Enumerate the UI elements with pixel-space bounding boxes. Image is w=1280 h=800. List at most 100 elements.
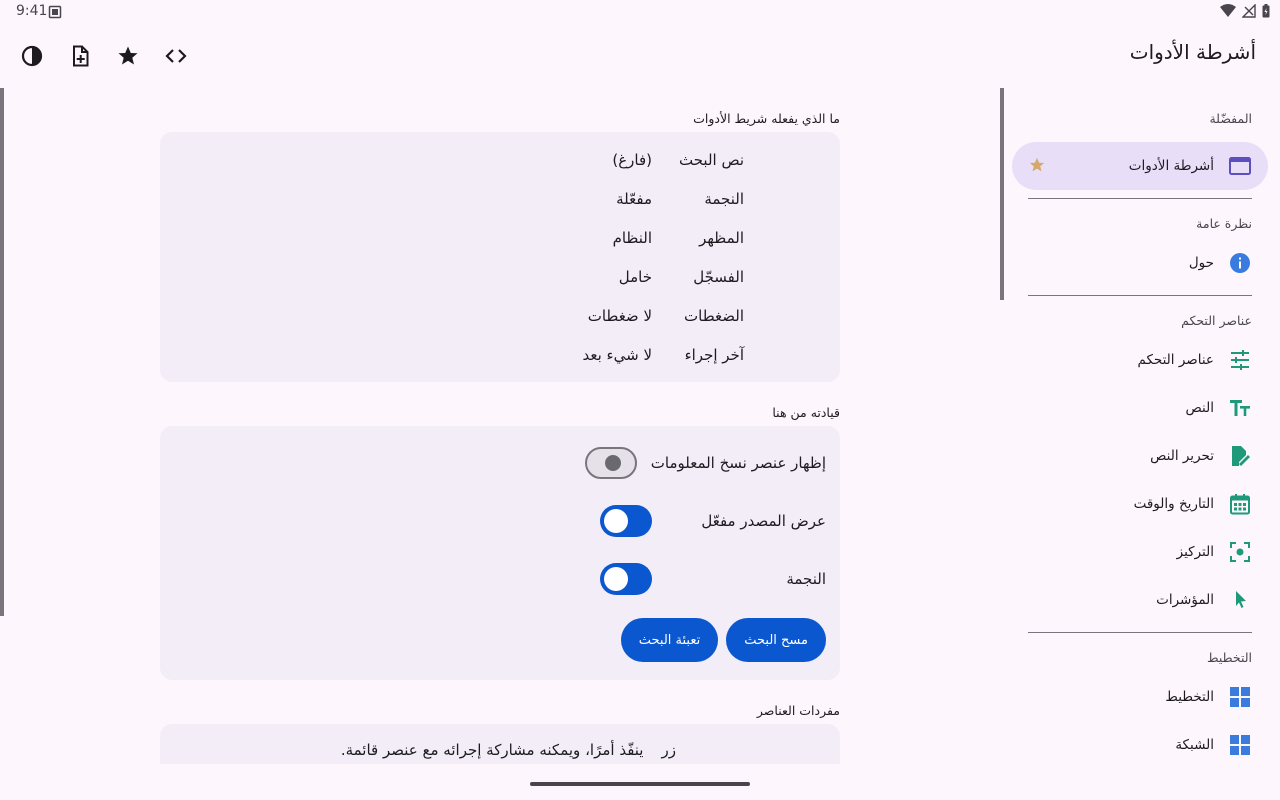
note-add-icon	[73, 45, 89, 67]
clear-search-button[interactable]: مسح البحث	[726, 618, 826, 662]
section-drive-label: قيادته من هنا	[772, 404, 840, 420]
nav-item-label: التخطيط	[1165, 689, 1214, 705]
toggle-row-show-source: عرض المصدر مفعّل	[160, 492, 840, 550]
status-bar: 9:41	[0, 0, 1280, 24]
controls-card: إظهار عنصر نسخ المعلومات عرض المصدر مفعّ…	[160, 426, 840, 680]
info-key: آخر إجراء	[684, 345, 744, 364]
info-key: نص البحث	[679, 150, 744, 169]
screenshot-icon	[48, 5, 62, 19]
gesture-handle[interactable]	[530, 782, 750, 786]
info-card: نص البحث (فارغ) النجمة مفعّلة المظهر الن…	[160, 132, 840, 382]
switch-knob	[604, 509, 628, 533]
tune-icon	[1228, 348, 1252, 372]
nav-section-controls: عناصر التحكم	[1181, 312, 1252, 328]
nav-section-overview: نظرة عامة	[1196, 215, 1252, 231]
battery-icon	[1262, 4, 1270, 18]
center-focus-icon	[1228, 540, 1252, 564]
nav-scrollbar[interactable]	[1000, 88, 1004, 300]
dashboard-icon	[1228, 685, 1252, 709]
glossary-value: ينفّذ أمرًا، ويمكنه مشاركة إجرائه مع عنص…	[340, 741, 644, 759]
nav-item-label: النص	[1185, 400, 1214, 416]
info-value: النظام	[612, 228, 652, 247]
nav-divider	[1028, 198, 1252, 199]
nav-item-controls[interactable]: عناصر التحكم	[1012, 336, 1268, 384]
nav-item-text-edit[interactable]: تحرير النص	[1012, 432, 1268, 480]
info-value: مفعّلة	[616, 189, 652, 208]
nav-item-label: التاريخ والوقت	[1133, 496, 1214, 512]
fill-search-button[interactable]: تعبئة البحث	[620, 618, 719, 662]
info-value: لا ضغطات	[587, 306, 652, 325]
info-key: الفسجّل	[693, 267, 744, 286]
glossary-row: زر ينفّذ أمرًا، ويمكنه مشاركة إجرائه مع …	[160, 724, 840, 764]
star-icon	[118, 46, 138, 65]
nav-item-text[interactable]: النص	[1012, 384, 1268, 432]
star-icon[interactable]	[1028, 156, 1046, 174]
new-document-button[interactable]	[60, 36, 100, 76]
nav-item-grid[interactable]: الشبكة	[1012, 721, 1268, 768]
toggle-row-copy-info: إظهار عنصر نسخ المعلومات	[160, 434, 840, 492]
nav-item-about[interactable]: حول	[1012, 239, 1268, 287]
info-row: المظهر النظام	[160, 218, 840, 257]
wifi-icon	[1220, 4, 1236, 17]
nav-section-favorites: المفضّلة	[1209, 110, 1252, 126]
edit-document-icon	[1228, 444, 1252, 468]
toggle-label: إظهار عنصر نسخ المعلومات	[650, 454, 826, 472]
nav-item-focus[interactable]: التركيز	[1012, 528, 1268, 576]
content-scrollbar[interactable]	[0, 88, 4, 616]
nav-item-date-time[interactable]: التاريخ والوقت	[1012, 480, 1268, 528]
view-source-button[interactable]	[156, 36, 196, 76]
main-content: ما الذي يفعله شريط الأدوات نص البحث (فار…	[160, 104, 840, 780]
nav-item-label: حول	[1188, 255, 1214, 271]
calendar-icon	[1228, 492, 1252, 516]
info-value: لا شيء بعد	[582, 345, 653, 364]
nav-divider	[1028, 632, 1252, 633]
nav-item-label: تحرير النص	[1150, 448, 1214, 464]
info-value: (فارغ)	[612, 150, 652, 169]
info-row: نص البحث (فارغ)	[160, 140, 840, 179]
toggle-label: النجمة	[786, 570, 826, 588]
nav-item-label: التركيز	[1176, 544, 1214, 560]
show-source-switch[interactable]	[600, 505, 652, 537]
info-row: النجمة مفعّلة	[160, 179, 840, 218]
navigation-drawer: المفضّلة أشرطة الأدوات نظرة عامة حول عنا…	[1012, 88, 1268, 768]
switch-knob	[604, 567, 628, 591]
cursor-icon	[1228, 588, 1252, 612]
info-key: النجمة	[704, 189, 744, 208]
glossary-card: زر ينفّذ أمرًا، ويمكنه مشاركة إجرائه مع …	[160, 724, 840, 764]
info-icon	[1228, 251, 1252, 275]
nav-item-label: المؤشرات	[1156, 592, 1214, 608]
section-glossary-label: مفردات العناصر	[756, 702, 840, 718]
star-button[interactable]	[108, 36, 148, 76]
nav-item-layout[interactable]: التخطيط	[1012, 673, 1268, 721]
status-icons	[1220, 4, 1270, 18]
section-what-label: ما الذي يفعله شريط الأدوات	[693, 110, 840, 126]
info-row: آخر إجراء لا شيء بعد	[160, 335, 840, 374]
info-value: خامل	[618, 267, 652, 286]
glossary-key: زر	[661, 741, 677, 759]
top-actions	[12, 36, 196, 76]
theme-toggle-button[interactable]	[12, 36, 52, 76]
info-row: الضغطات لا ضغطات	[160, 296, 840, 335]
info-key: المظهر	[699, 228, 744, 247]
nav-item-label: أشرطة الأدوات	[1128, 158, 1214, 174]
info-row: الفسجّل خامل	[160, 257, 840, 296]
nav-item-pointers[interactable]: المؤشرات	[1012, 576, 1268, 624]
star-switch[interactable]	[600, 563, 652, 595]
contrast-icon	[21, 45, 43, 67]
copy-info-switch[interactable]	[584, 447, 637, 479]
web-asset-icon	[1228, 154, 1252, 178]
text-fields-icon	[1228, 396, 1252, 420]
page-title: أشرطة الأدوات	[1129, 40, 1256, 64]
nav-item-label: الشبكة	[1175, 737, 1214, 753]
info-key: الضغطات	[684, 306, 744, 325]
toggle-label: عرض المصدر مفعّل	[701, 512, 826, 530]
switch-knob	[604, 455, 621, 471]
code-icon	[165, 49, 187, 63]
action-buttons: مسح البحث تعبئة البحث	[160, 608, 840, 672]
nav-item-toolbars[interactable]: أشرطة الأدوات	[1012, 142, 1268, 190]
nav-divider	[1028, 295, 1252, 296]
nav-item-label: عناصر التحكم	[1137, 352, 1214, 368]
status-time: 9:41	[16, 3, 48, 19]
signal-icon	[1242, 4, 1256, 18]
toggle-row-star: النجمة	[160, 550, 840, 608]
